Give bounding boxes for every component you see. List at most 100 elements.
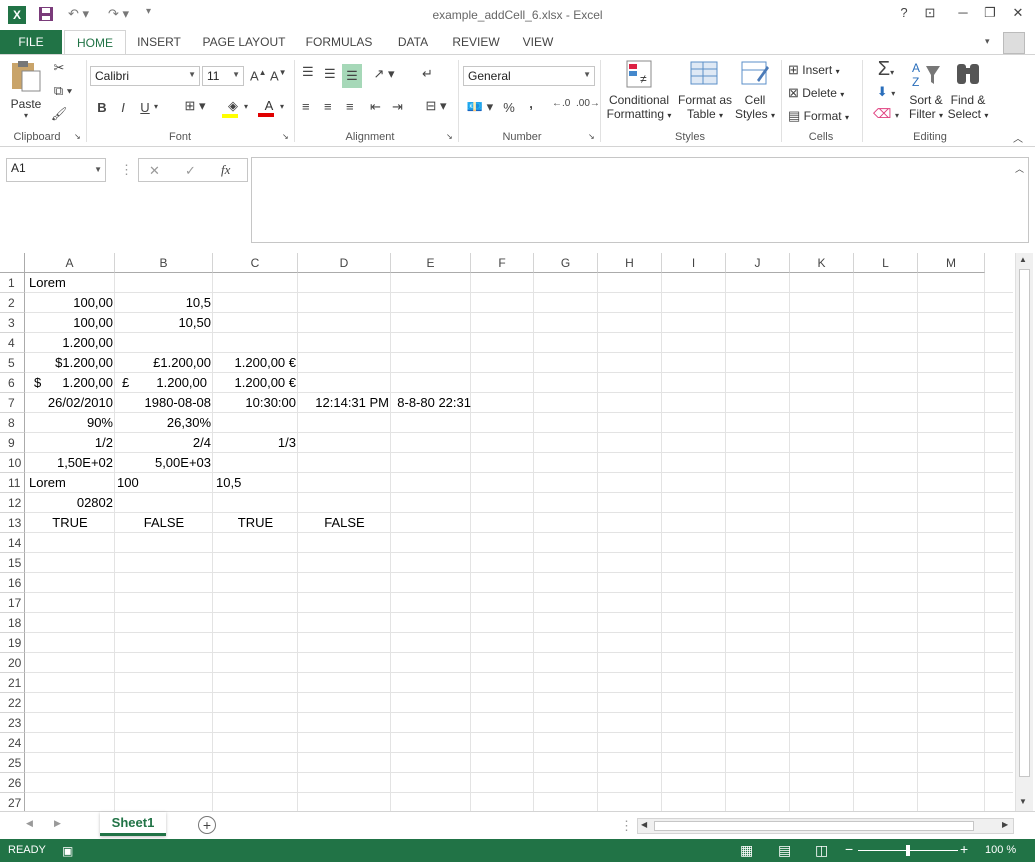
format-cells-button[interactable]: ▤ Format ▾ xyxy=(788,108,858,124)
cell-a12[interactable]: 02802 xyxy=(25,493,115,513)
row-header[interactable]: 15 xyxy=(0,553,25,573)
grow-font-icon[interactable]: A▲ xyxy=(250,68,267,83)
row-header[interactable]: 4 xyxy=(0,333,25,353)
column-header[interactable]: B xyxy=(115,253,213,273)
align-left-icon[interactable]: ≡ xyxy=(302,99,310,114)
cell-b10[interactable]: 5,00E+03 xyxy=(115,453,213,473)
help-button[interactable]: ? xyxy=(891,5,917,25)
zoom-out-icon[interactable]: − xyxy=(845,841,853,857)
vertical-scrollbar[interactable]: ▲ ▼ xyxy=(1015,253,1033,811)
alignment-launcher-icon[interactable]: ↘ xyxy=(446,132,453,141)
comma-style-button[interactable]: , xyxy=(526,96,536,111)
column-header[interactable]: G xyxy=(534,253,598,273)
row-header[interactable]: 6 xyxy=(0,373,25,393)
cell-d13[interactable]: FALSE xyxy=(298,513,391,533)
prev-sheet-icon[interactable]: ◀ xyxy=(26,818,33,829)
copy-icon[interactable]: ⧉ ▾ xyxy=(50,83,76,99)
tab-home[interactable]: HOME xyxy=(64,30,126,55)
fill-color-dropdown-icon[interactable]: ▾ xyxy=(244,102,248,111)
row-header[interactable]: 23 xyxy=(0,713,25,733)
row-header[interactable]: 22 xyxy=(0,693,25,713)
underline-dropdown-icon[interactable]: ▾ xyxy=(154,102,158,111)
cell-b5[interactable]: £1.200,00 xyxy=(115,353,213,373)
row-header[interactable]: 13 xyxy=(0,513,25,533)
enter-icon[interactable]: ✓ xyxy=(185,163,196,179)
zoom-in-icon[interactable]: + xyxy=(960,841,968,857)
column-header[interactable]: I xyxy=(662,253,726,273)
orientation-icon[interactable]: ↗ ▾ xyxy=(370,66,398,82)
align-right-icon[interactable]: ≡ xyxy=(346,99,354,114)
column-header[interactable]: F xyxy=(471,253,534,273)
row-header[interactable]: 9 xyxy=(0,433,25,453)
column-header[interactable]: K xyxy=(790,253,854,273)
font-color-dropdown-icon[interactable]: ▾ xyxy=(280,102,284,111)
shrink-font-icon[interactable]: A▼ xyxy=(270,68,287,83)
increase-decimal-icon[interactable]: ←.0 xyxy=(552,98,570,109)
cell-b2[interactable]: 10,5 xyxy=(115,293,213,313)
cell-a1[interactable]: Lorem xyxy=(27,273,68,293)
column-header[interactable]: L xyxy=(854,253,918,273)
scroll-right-icon[interactable]: ▶ xyxy=(1002,820,1008,829)
row-header[interactable]: 26 xyxy=(0,773,25,793)
tab-review[interactable]: REVIEW xyxy=(446,30,506,54)
account-dropdown-icon[interactable]: ▾ xyxy=(985,36,990,47)
minimize-button[interactable]: ─ xyxy=(950,5,976,25)
row-header[interactable]: 1 xyxy=(0,273,25,293)
row-header[interactable]: 17 xyxy=(0,593,25,613)
cell-a10[interactable]: 1,50E+02 xyxy=(25,453,115,473)
bottom-align-icon[interactable]: ☰ xyxy=(342,64,362,88)
cell-b7[interactable]: 1980-08-08 xyxy=(115,393,213,413)
column-header[interactable]: M xyxy=(918,253,985,273)
cell-a11[interactable]: Lorem xyxy=(27,473,68,493)
select-all-corner[interactable] xyxy=(0,253,25,273)
cell-c6[interactable]: 1.200,00 € xyxy=(213,373,298,393)
zoom-level[interactable]: 100 % xyxy=(985,844,1016,856)
column-header[interactable]: J xyxy=(726,253,790,273)
scroll-down-icon[interactable]: ▼ xyxy=(1019,797,1027,806)
cell-c7[interactable]: 10:30:00 xyxy=(213,393,298,413)
cell-a6[interactable]: 1.200,00 xyxy=(25,373,115,393)
cell-c13[interactable]: TRUE xyxy=(213,513,298,533)
cell-c9[interactable]: 1/3 xyxy=(213,433,298,453)
align-center-icon[interactable]: ≡ xyxy=(324,99,332,114)
cell-b13[interactable]: FALSE xyxy=(115,513,213,533)
row-header[interactable]: 18 xyxy=(0,613,25,633)
tab-data[interactable]: DATA xyxy=(390,30,436,54)
cut-icon[interactable]: ✂ xyxy=(50,60,68,76)
cell-a4[interactable]: 1.200,00 xyxy=(25,333,115,353)
column-header[interactable]: A xyxy=(25,253,115,273)
formula-input[interactable] xyxy=(251,157,1029,243)
paste-button[interactable]: Paste ▾ xyxy=(8,60,44,120)
cell-d7[interactable]: 12:14:31 PM xyxy=(298,393,391,413)
cell-a13[interactable]: TRUE xyxy=(25,513,115,533)
ribbon-display-options-icon[interactable]: ⊡ xyxy=(917,5,943,25)
row-header[interactable]: 27 xyxy=(0,793,25,811)
row-header[interactable]: 8 xyxy=(0,413,25,433)
maximize-button[interactable]: ❐ xyxy=(977,5,1003,25)
borders-icon[interactable]: ⊞ ▾ xyxy=(180,98,210,114)
expand-formula-bar-icon[interactable]: ︿ xyxy=(1015,162,1024,175)
cell-b8[interactable]: 26,30% xyxy=(115,413,213,433)
fill-icon[interactable]: ⬇ ▾ xyxy=(872,84,900,100)
page-layout-view-icon[interactable]: ▤ xyxy=(778,842,791,859)
fill-color-icon[interactable]: ◈ xyxy=(222,98,244,118)
cell-a3[interactable]: 100,00 xyxy=(25,313,115,333)
cell-a9[interactable]: 1/2 xyxy=(25,433,115,453)
name-box[interactable]: A1 ▼ xyxy=(6,158,106,182)
cell-b3[interactable]: 10,50 xyxy=(115,313,213,333)
cell-a5[interactable]: $1.200,00 xyxy=(25,353,115,373)
cell-a8[interactable]: 90% xyxy=(25,413,115,433)
column-header[interactable]: C xyxy=(213,253,298,273)
font-name-select[interactable]: Calibri ▼ xyxy=(90,66,200,86)
next-sheet-icon[interactable]: ▶ xyxy=(54,818,61,829)
row-header[interactable]: 11 xyxy=(0,473,25,493)
page-break-view-icon[interactable]: ◫ xyxy=(815,842,828,859)
conditional-formatting-button[interactable]: ≠ Conditional Formatting ▾ xyxy=(604,58,674,128)
cell-a7[interactable]: 26/02/2010 xyxy=(25,393,115,413)
cell-a2[interactable]: 100,00 xyxy=(25,293,115,313)
font-size-select[interactable]: 11 ▼ xyxy=(202,66,244,86)
insert-cells-button[interactable]: ⊞ Insert ▾ xyxy=(788,62,858,78)
cell-b9[interactable]: 2/4 xyxy=(115,433,213,453)
font-launcher-icon[interactable]: ↘ xyxy=(282,132,289,141)
add-sheet-icon[interactable]: + xyxy=(198,816,216,834)
